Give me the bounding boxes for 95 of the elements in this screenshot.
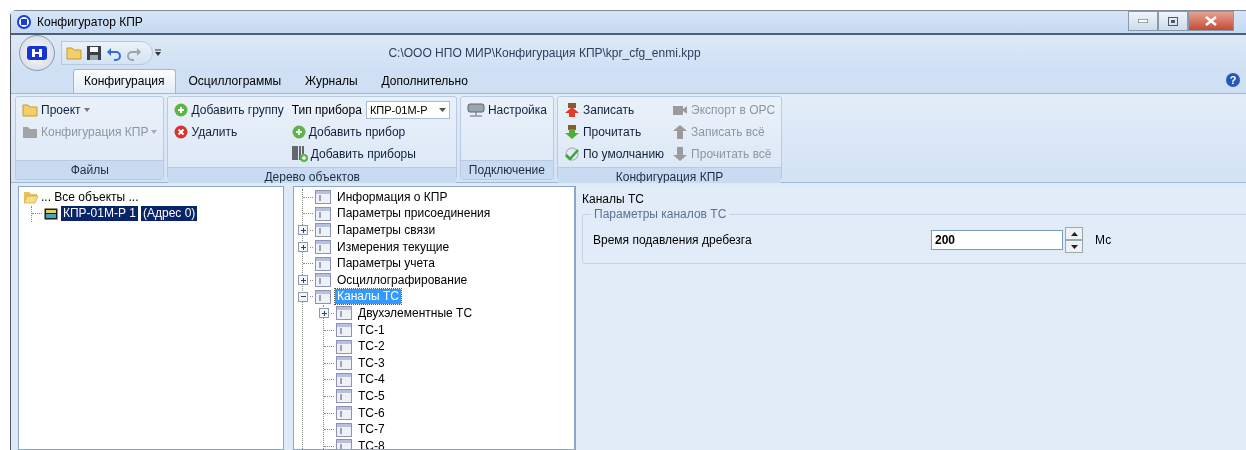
tree-item[interactable]: ТС-3 [356,355,387,371]
minimize-icon [1138,19,1148,23]
tree-item[interactable]: ТС-6 [356,405,387,421]
device-type-dropdown[interactable]: КПР-01М-Р [365,101,450,119]
tree-item[interactable]: ... Все объекты ... [39,189,141,205]
folder-icon [22,103,38,117]
tree-item[interactable]: ТС-2 [356,339,387,355]
page-icon [315,190,331,205]
field-label: Время подавления дребезга [593,233,753,247]
file-path: C:\ООО НПО МИР\Конфигурация КПР\kpr_cfg_enmi.kpp [387,46,702,60]
ribbon-button[interactable]: Удалить [174,122,284,142]
spin-down-button[interactable] [1065,240,1083,253]
tree-item[interactable]: Параметры связи [335,223,438,238]
page-icon [336,439,352,449]
maximize-icon [1168,16,1178,26]
network-device-icon [466,103,485,117]
app-icon [17,15,31,29]
group-label: Файлы [16,160,164,179]
ribbon-tab[interactable]: Конфигурация [73,69,176,93]
caret-icon [151,130,158,134]
page-icon [315,223,331,238]
ribbon-button[interactable]: Настройка [466,100,547,120]
combo-label: Тип прибора [291,103,362,117]
tree-item[interactable]: ТС-4 [356,372,387,388]
page-icon [315,273,331,288]
page-icon [315,289,331,304]
ribbon-button[interactable]: Добавить прибор [291,122,450,142]
tree-item[interactable]: Измерения текущие [335,239,452,255]
ribbon-button[interactable]: Прочитать [563,122,665,142]
up-arrow-icon [672,124,689,140]
down-arrow-icon [563,124,580,140]
tree-item[interactable]: КПР-01М-Р 1 [61,206,138,222]
expand-icon[interactable] [298,275,308,286]
spin-up-button[interactable] [1065,227,1083,240]
ribbon-tab[interactable]: Журналы [294,69,369,93]
number-field[interactable]: 200 [931,230,1063,250]
plus-circle-icon [291,125,306,139]
group-label: Подключение [460,160,553,179]
close-icon [1205,16,1217,26]
tree-item[interactable]: ТС-1 [356,322,387,338]
save-icon[interactable] [86,45,102,61]
ribbon-button[interactable]: Добавить группу [174,100,284,120]
panel-title: Каналы ТС [582,192,645,206]
ribbon-tab[interactable]: Осциллограммы [177,69,293,93]
expand-icon[interactable] [298,225,308,236]
page-icon [336,372,352,387]
ribbon-button[interactable]: Проект [22,100,158,120]
plus-circle-icon [174,103,189,117]
ribbon-tab[interactable]: Дополнительно [370,69,479,93]
caret-icon [83,108,90,112]
maximize-button[interactable] [1158,11,1188,31]
down-arrow-icon [672,146,689,162]
device-icon [44,207,58,220]
down-icon [1070,244,1078,249]
tree-item[interactable]: ТС-5 [356,388,387,404]
ribbon-button[interactable]: Добавить приборы [291,144,450,164]
tree-item[interactable]: Параметры учета [335,256,437,272]
page-icon [336,323,352,338]
collapse-icon[interactable] [298,291,308,302]
page-icon [315,256,331,271]
tree-item[interactable]: Двухэлементные ТС [356,305,475,321]
ribbon-button[interactable]: По умолчанию [563,144,665,164]
barcode-plus-icon [291,145,308,163]
up-arrow-icon [563,102,580,118]
delete-icon [174,125,189,139]
unit-label: Мс [1095,233,1112,247]
tree-item[interactable]: Информация о КПР [335,189,450,205]
page-icon [315,240,331,255]
address-label: (Адрес 0) [140,206,198,222]
folder-icon [22,125,38,139]
help-button[interactable]: ? [1226,73,1240,87]
page-icon [315,206,331,221]
tree-item[interactable]: Осциллографирование [335,272,470,288]
page-icon [336,389,352,404]
caret-icon [438,108,446,112]
page-icon [336,306,352,321]
customize-dropdown-icon[interactable] [153,49,163,57]
expand-icon[interactable] [319,308,329,319]
page-icon [336,406,352,420]
page-icon [336,339,352,354]
up-icon [1070,231,1078,236]
page-icon [336,422,352,437]
tree-item[interactable]: ТС-7 [356,422,387,438]
tree-item[interactable]: ТС-8 [356,438,387,449]
logo-icon [26,44,48,62]
expand-icon[interactable] [298,242,308,253]
group-title: Параметры каналов ТС [591,207,730,221]
app-menu-button[interactable] [19,35,55,71]
minimize-button[interactable] [1128,11,1158,31]
close-button[interactable] [1188,11,1234,31]
window-title: Конфигуратор КПР [37,15,144,29]
page-icon [336,356,352,371]
checkmark-icon [563,146,580,162]
tree-item[interactable]: Параметры присоединения [335,206,493,222]
ribbon-button[interactable]: Записать [563,100,665,120]
